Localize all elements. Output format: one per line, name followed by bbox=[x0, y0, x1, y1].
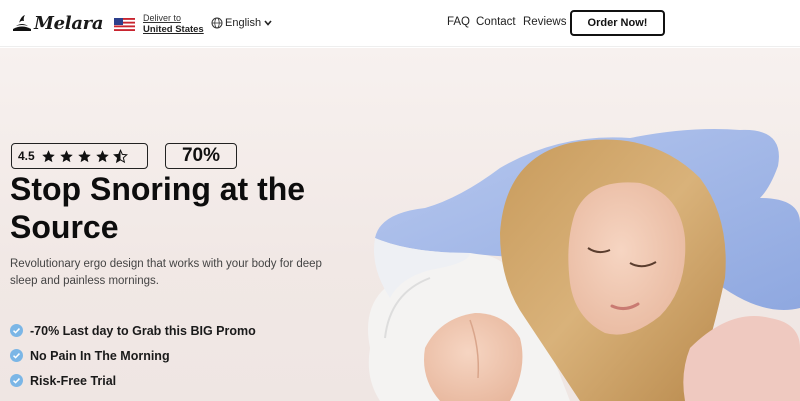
globe-icon bbox=[211, 17, 223, 29]
logo-icon bbox=[13, 15, 31, 31]
feature-item: No Pain In The Morning bbox=[10, 343, 256, 368]
site-header: Melara Deliver to United States English … bbox=[0, 0, 800, 47]
star-icon bbox=[59, 149, 73, 162]
feature-label: Risk-Free Trial bbox=[30, 373, 117, 388]
feature-item: Risk-Free Trial bbox=[10, 368, 256, 393]
rating-badge: 4.5 bbox=[11, 143, 148, 169]
logo[interactable]: Melara bbox=[11, 10, 104, 36]
language-selector[interactable]: English bbox=[211, 15, 274, 31]
rating-stars bbox=[41, 148, 128, 164]
nav-reviews[interactable]: Reviews bbox=[523, 16, 566, 30]
feature-label: -70% Last day to Grab this BIG Promo bbox=[30, 323, 256, 338]
check-badge-icon bbox=[10, 324, 23, 337]
check-badge-icon bbox=[10, 349, 23, 362]
deliver-label: Deliver to bbox=[143, 13, 182, 23]
us-flag-icon bbox=[114, 17, 135, 31]
hero-image bbox=[368, 129, 800, 401]
star-icon bbox=[95, 149, 109, 162]
chevron-down-icon bbox=[264, 20, 272, 26]
hero-subtext: Revolutionary ergo design that works wit… bbox=[10, 258, 322, 287]
rating-value: 4.5 bbox=[18, 149, 35, 163]
feature-item: -70% Last day to Grab this BIG Promo bbox=[10, 318, 256, 343]
deliver-country[interactable]: United States bbox=[143, 24, 204, 35]
logo-text: Melara bbox=[34, 12, 104, 34]
star-icon bbox=[41, 149, 55, 162]
hero-headline: Stop Snoring at the Source bbox=[10, 171, 306, 245]
nav-contact[interactable]: Contact bbox=[476, 16, 516, 30]
feature-list: -70% Last day to Grab this BIG Promo No … bbox=[10, 318, 256, 393]
order-now-button[interactable]: Order Now! bbox=[570, 10, 665, 36]
discount-badge: 70% bbox=[165, 143, 237, 169]
deliver-to[interactable]: Deliver to United States bbox=[114, 11, 204, 37]
nav-faq[interactable]: FAQ bbox=[447, 16, 470, 30]
check-badge-icon bbox=[10, 374, 23, 387]
star-half-icon bbox=[112, 148, 128, 163]
star-icon bbox=[77, 149, 91, 162]
hero-section: 4.5 70% Stop Snoring at the Source Revol… bbox=[0, 48, 800, 401]
feature-label: No Pain In The Morning bbox=[30, 348, 170, 363]
language-label: English bbox=[225, 17, 262, 29]
